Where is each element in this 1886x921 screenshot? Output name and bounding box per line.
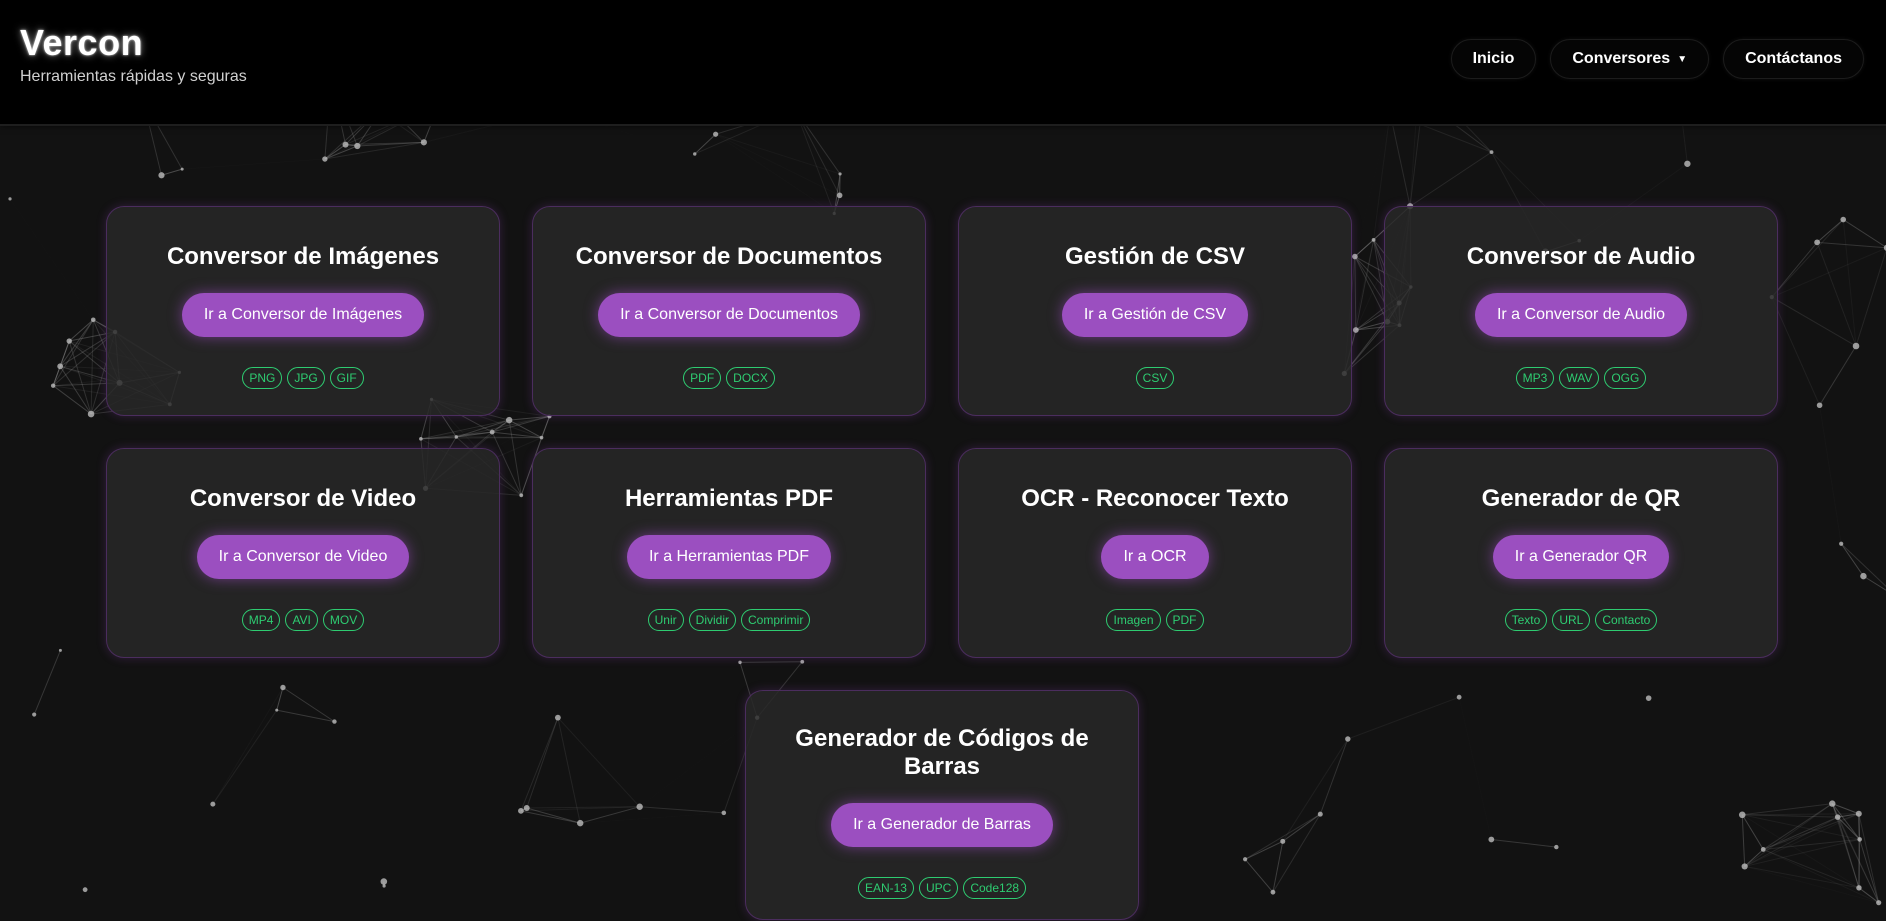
page: Vercon Herramientas rápidas y seguras In…: [0, 0, 1886, 921]
card-ocr: OCR - Reconocer Texto Ir a OCR Imagen PD…: [958, 448, 1352, 658]
tag-wav[interactable]: WAV: [1559, 367, 1600, 389]
nav-conversores-dropdown[interactable]: Conversores ▼: [1550, 39, 1710, 79]
tag-list: PDF DOCX: [533, 367, 925, 389]
card-pdf-tools: Herramientas PDF Ir a Herramientas PDF U…: [532, 448, 926, 658]
tag-mp3[interactable]: MP3: [1515, 367, 1555, 389]
tag-list: Texto URL Contacto: [1385, 609, 1777, 631]
qr-generator-button[interactable]: Ir a Generador QR: [1492, 535, 1670, 579]
document-converter-button[interactable]: Ir a Conversor de Documentos: [598, 293, 860, 337]
audio-converter-button[interactable]: Ir a Conversor de Audio: [1474, 293, 1688, 337]
tag-dividir[interactable]: Dividir: [688, 609, 736, 631]
tag-imagen[interactable]: Imagen: [1106, 609, 1161, 631]
pdf-tools-button[interactable]: Ir a Herramientas PDF: [626, 535, 832, 579]
tag-list: MP3 WAV OGG: [1385, 367, 1777, 389]
tag-mov[interactable]: MOV: [322, 609, 365, 631]
tag-contacto[interactable]: Contacto: [1595, 609, 1658, 631]
tag-unir[interactable]: Unir: [647, 609, 684, 631]
card-title: Conversor de Imágenes: [166, 243, 440, 270]
video-converter-button[interactable]: Ir a Conversor de Video: [196, 535, 410, 579]
nav-contactanos-label: Contáctanos: [1745, 50, 1842, 67]
card-qr-generator: Generador de QR Ir a Generador QR Texto …: [1384, 448, 1778, 658]
nav-contactanos[interactable]: Contáctanos: [1723, 39, 1864, 79]
tag-upc[interactable]: UPC: [918, 877, 959, 899]
tag-ogg[interactable]: OGG: [1604, 367, 1647, 389]
tag-list: Imagen PDF: [959, 609, 1351, 631]
card-title: Generador de Códigos de Barras: [795, 725, 1089, 780]
tag-png[interactable]: PNG: [242, 367, 283, 389]
tag-pdf[interactable]: PDF: [683, 367, 722, 389]
image-converter-button[interactable]: Ir a Conversor de Imágenes: [181, 293, 425, 337]
card-title: OCR - Reconocer Texto: [1021, 485, 1289, 512]
tag-csv[interactable]: CSV: [1135, 367, 1175, 389]
tag-list: MP4 AVI MOV: [107, 609, 499, 631]
brand-tagline: Herramientas rápidas y seguras: [20, 68, 247, 85]
card-title: Conversor de Video: [189, 485, 417, 512]
card-barcode-generator: Generador de Códigos de Barras Ir a Gene…: [745, 690, 1139, 920]
tag-url[interactable]: URL: [1552, 609, 1591, 631]
nav-inicio[interactable]: Inicio: [1450, 39, 1537, 79]
card-title: Generador de QR: [1481, 485, 1681, 512]
nav-conversores-label: Conversores: [1572, 50, 1671, 67]
caret-down-icon: ▼: [1677, 53, 1688, 65]
tag-list: PNG JPG GIF: [107, 367, 499, 389]
site-header: Vercon Herramientas rápidas y seguras In…: [0, 0, 1886, 126]
csv-management-button[interactable]: Ir a Gestión de CSV: [1061, 293, 1249, 337]
tag-list: EAN-13 UPC Code128: [746, 877, 1138, 899]
tag-mp4[interactable]: MP4: [241, 609, 281, 631]
card-video-converter: Conversor de Video Ir a Conversor de Vid…: [106, 448, 500, 658]
tag-gif[interactable]: GIF: [329, 367, 364, 389]
tag-comprimir[interactable]: Comprimir: [741, 609, 811, 631]
tag-docx[interactable]: DOCX: [726, 367, 775, 389]
card-title: Conversor de Documentos: [575, 243, 883, 270]
card-title: Gestión de CSV: [1064, 243, 1246, 270]
card-image-converter: Conversor de Imágenes Ir a Conversor de …: [106, 206, 500, 416]
tools-grid: Conversor de Imágenes Ir a Conversor de …: [0, 0, 1886, 921]
tag-texto[interactable]: Texto: [1504, 609, 1548, 631]
ocr-button[interactable]: Ir a OCR: [1101, 535, 1209, 579]
tag-avi[interactable]: AVI: [285, 609, 318, 631]
barcode-generator-button[interactable]: Ir a Generador de Barras: [831, 803, 1053, 847]
brand[interactable]: Vercon Herramientas rápidas y seguras: [20, 22, 247, 86]
main-nav: Inicio Conversores ▼ Contáctanos: [1450, 39, 1864, 79]
card-csv-management: Gestión de CSV Ir a Gestión de CSV CSV: [958, 206, 1352, 416]
brand-logo-text[interactable]: Vercon: [20, 22, 247, 64]
tag-pdf[interactable]: PDF: [1165, 609, 1204, 631]
tag-code128[interactable]: Code128: [963, 877, 1027, 899]
tag-list: CSV: [959, 367, 1351, 389]
nav-inicio-label: Inicio: [1472, 50, 1515, 67]
card-document-converter: Conversor de Documentos Ir a Conversor d…: [532, 206, 926, 416]
card-title: Herramientas PDF: [624, 485, 834, 512]
tag-list: Unir Dividir Comprimir: [533, 609, 925, 631]
tag-ean-13[interactable]: EAN-13: [857, 877, 914, 899]
card-title: Conversor de Audio: [1466, 243, 1696, 270]
tag-jpg[interactable]: JPG: [287, 367, 325, 389]
card-audio-converter: Conversor de Audio Ir a Conversor de Aud…: [1384, 206, 1778, 416]
